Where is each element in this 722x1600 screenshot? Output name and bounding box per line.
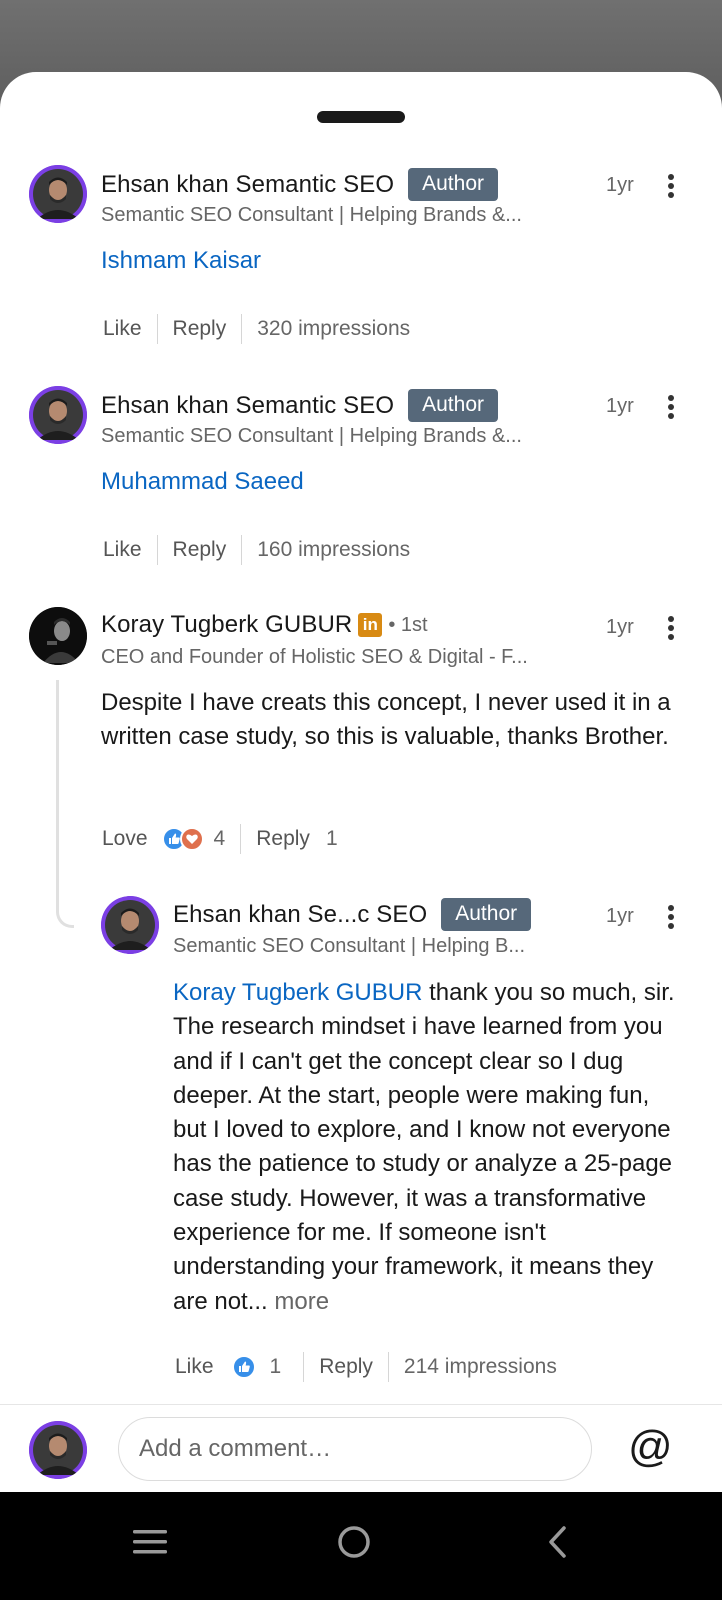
comment-text: Despite I have creats this concept, I ne… — [101, 689, 671, 751]
reply-button[interactable]: Reply — [173, 538, 227, 562]
impressions-count[interactable]: 214 impressions — [404, 1355, 557, 1379]
commenter-headline: Semantic SEO Consultant | Helping B... — [173, 935, 526, 957]
love-reaction-icon — [179, 827, 204, 851]
connection-degree: • 1st — [388, 613, 428, 636]
love-reaction-button[interactable]: Love — [102, 827, 148, 851]
reply-button[interactable]: Reply — [256, 827, 310, 851]
commenter-name[interactable]: Ehsan khan Se...c SEO — [173, 901, 427, 929]
reply-text: Koray Tugberk GUBUR thank you so much, s… — [173, 976, 681, 1319]
thread-connector — [56, 680, 74, 928]
nav-home-icon[interactable] — [324, 1512, 384, 1572]
reply-count[interactable]: 1 — [326, 827, 338, 851]
impressions-count[interactable]: 320 impressions — [257, 317, 410, 341]
commenter-name[interactable]: Koray Tugberk GUBUR — [101, 611, 352, 639]
avatar[interactable] — [29, 1421, 87, 1479]
commenter-name[interactable]: Ehsan khan Semantic SEO — [101, 171, 394, 199]
commenter-headline: Semantic SEO Consultant | Helping Brands… — [101, 425, 522, 447]
divider — [303, 1352, 305, 1382]
reply-body: thank you so much, sir. The research min… — [173, 979, 675, 1315]
system-navigation-bar — [0, 1492, 722, 1600]
author-badge: Author — [441, 898, 532, 931]
reactions-summary[interactable] — [231, 1355, 256, 1379]
comment-time: 1yr — [606, 395, 634, 417]
comment-time: 1yr — [606, 905, 634, 927]
kebab-menu-icon[interactable] — [661, 902, 681, 932]
commenter-name[interactable]: Ehsan khan Semantic SEO — [101, 392, 394, 420]
like-button[interactable]: Like — [103, 538, 142, 562]
linkedin-premium-badge: in — [358, 613, 383, 637]
comment-time: 1yr — [606, 174, 634, 196]
commenter-headline: CEO and Founder of Holistic SEO & Digita… — [101, 646, 528, 668]
author-badge: Author — [408, 168, 498, 201]
divider — [241, 535, 243, 565]
kebab-menu-icon[interactable] — [661, 392, 681, 422]
divider — [156, 314, 158, 344]
see-more-link[interactable]: more — [268, 1288, 329, 1315]
impressions-count[interactable]: 160 impressions — [257, 538, 410, 562]
like-button[interactable]: Like — [175, 1355, 214, 1379]
mention-link[interactable]: Ishmam Kaisar — [101, 247, 261, 274]
like-button[interactable]: Like — [103, 317, 142, 341]
reply-button[interactable]: Reply — [173, 317, 227, 341]
nav-back-icon[interactable] — [528, 1512, 588, 1572]
mention-at-icon[interactable]: @ — [628, 1425, 673, 1469]
avatar[interactable] — [29, 165, 87, 223]
commenter-headline: Semantic SEO Consultant | Helping Brands… — [101, 204, 522, 226]
divider — [156, 535, 158, 565]
divider — [241, 314, 243, 344]
comment-input[interactable]: Add a comment… — [118, 1417, 592, 1481]
drag-handle[interactable] — [317, 111, 405, 123]
reactions-summary[interactable] — [161, 827, 204, 851]
mention-link[interactable]: Koray Tugberk GUBUR — [173, 979, 422, 1006]
mention-link[interactable]: Muhammad Saeed — [101, 468, 304, 495]
reply-button[interactable]: Reply — [319, 1355, 373, 1379]
avatar[interactable] — [29, 607, 87, 665]
reaction-count[interactable]: 1 — [270, 1355, 282, 1379]
comment-time: 1yr — [606, 616, 634, 638]
nav-recents-icon[interactable] — [120, 1512, 180, 1572]
like-reaction-icon — [231, 1355, 256, 1379]
avatar[interactable] — [29, 386, 87, 444]
kebab-menu-icon[interactable] — [661, 613, 681, 643]
author-badge: Author — [408, 389, 498, 422]
reaction-count[interactable]: 4 — [214, 827, 226, 851]
divider — [240, 824, 242, 854]
divider — [387, 1352, 389, 1382]
avatar[interactable] — [101, 896, 159, 954]
kebab-menu-icon[interactable] — [661, 171, 681, 201]
